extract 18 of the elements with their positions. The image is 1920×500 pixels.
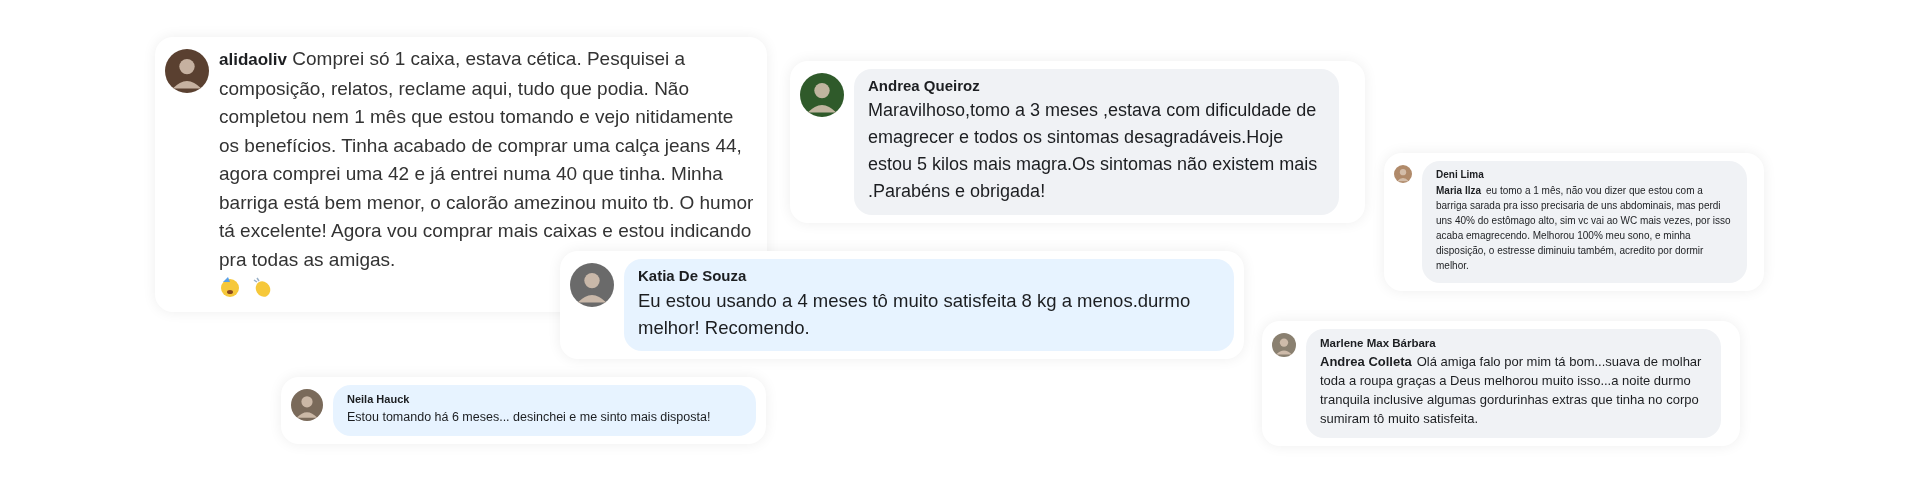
avatar: [570, 263, 614, 307]
author-name[interactable]: Marlene Max Bárbara: [1320, 337, 1436, 349]
comment-text: Estou tomando há 6 meses... desinchei e me sinto mais disposta!: [347, 409, 712, 426]
comment-text: Maravilhoso,tomo a 3 meses ,estava com dificuldade de emagrecer e todos os sintomas desagradáveis.Hoje estou 5 kilos mais magra.Os sintomas não existem mais .Parabéns e obrigada!: [868, 99, 1319, 203]
party-face-icon: [219, 276, 241, 298]
comment-text: Eu estou usando a 4 meses tô muito satisfeita 8 kg a menos.durmo melhor! Recomendo.: [638, 289, 1192, 340]
author-name[interactable]: Neila Hauck: [347, 393, 410, 405]
comment-text: Andrea Colleta Olá amiga falo por mim tá bom...suava de molhar toda a roupa graças a Deus melhorou muito isso...a noite durmo tranquila inclusive algumas gordurinhas extras que tinha no corpo sumiram tô muito satisfeita.: [1320, 353, 1703, 428]
author-name[interactable]: Katia De Souza: [638, 267, 747, 284]
avatar: [1394, 165, 1412, 183]
comment-text: Maria Ilza eu tomo a 1 mês, não vou dizer que estou com a barriga sarada pra isso precisaria de uns abdominais, mas perdi uns 40% do estômago alto, sim vc vai ao WC mais vezes, por isso acaba emagrecendo. Melhorou 100% meu sono, e minha disposição, o estresse diminuiu também, acredito por dormir melhor.: [1436, 184, 1732, 273]
avatar: [165, 49, 209, 93]
avatar: [800, 73, 844, 117]
avatar: [291, 389, 323, 421]
avatar: [1272, 333, 1296, 357]
author-name[interactable]: Andrea Queiroz: [868, 77, 980, 94]
author-name[interactable]: Deni Lima: [1436, 169, 1484, 180]
comment-text: alidaoliv Comprei só 1 caixa, estava cética. Pesquisei a composição, relatos, reclame aqui, tudo que podia. Não completou nem 1 mês que estou tomando e vejo nitidamente os benefícios. Tinha acabado de comprar uma calça jeans 44, agora comprei uma 42 e já entrei numa 40 que tinha. Minha barriga está bem menor, o calorão amezinou muito tb. O humor tá excelente! Agora vou comprar mais caixas e estou indicando pra todas as amigas.: [219, 47, 755, 270]
